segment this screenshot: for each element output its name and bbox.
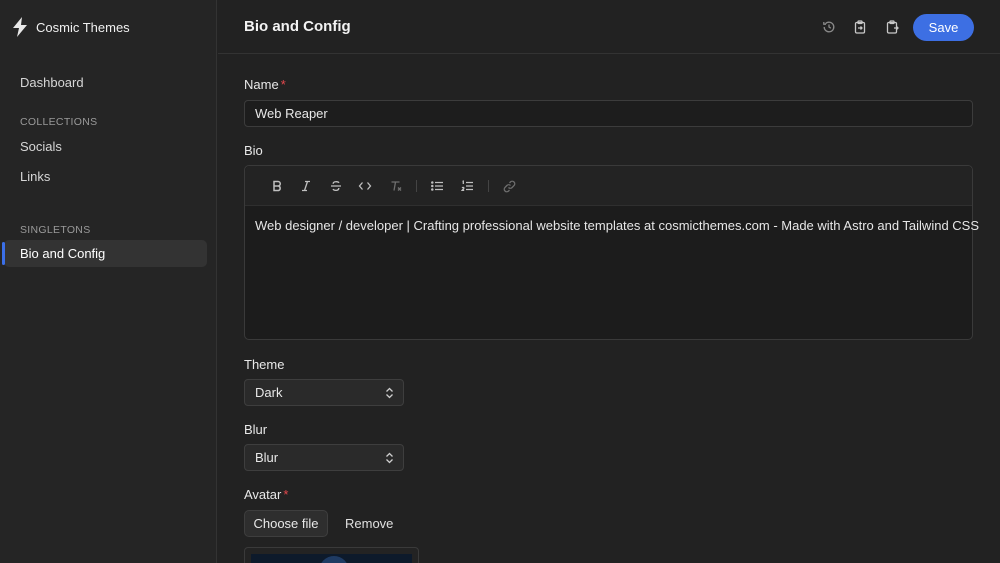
sidebar-item-label[interactable]: Bio and Config	[20, 246, 105, 261]
name-input[interactable]: Web Reaper	[244, 100, 973, 127]
sidebar-item-dashboard[interactable]: Dashboard	[20, 75, 84, 90]
strikethrough-icon[interactable]	[328, 178, 344, 194]
remove-button[interactable]: Remove	[345, 516, 393, 531]
avatar-label: Avatar *	[244, 487, 288, 502]
sidebar-item-socials[interactable]: Socials	[20, 139, 62, 154]
bio-content[interactable]: Web designer / developer | Crafting prof…	[255, 218, 979, 233]
theme-select-value: Dark	[255, 385, 283, 400]
choose-file-button[interactable]: Choose file	[244, 510, 328, 537]
bold-icon[interactable]	[269, 178, 285, 194]
avatar-image	[251, 554, 412, 563]
theme-label: Theme	[244, 357, 285, 372]
required-marker: *	[280, 77, 286, 92]
chevron-up-down-icon	[386, 387, 393, 399]
link-icon[interactable]	[501, 178, 517, 194]
paste-entry-icon[interactable]	[884, 19, 900, 35]
code-icon[interactable]	[357, 178, 373, 194]
avatar-label-text: Avatar	[244, 487, 282, 502]
brand[interactable]: Cosmic Themes	[11, 17, 130, 37]
toolbar-divider	[416, 180, 417, 192]
avatar-preview	[244, 547, 419, 563]
chevron-up-down-icon	[386, 452, 393, 464]
bio-editor[interactable]: Web designer / developer | Crafting prof…	[244, 165, 979, 340]
bullet-list-icon[interactable]	[429, 178, 445, 194]
save-button[interactable]: Save	[913, 14, 974, 41]
name-label-text: Name	[244, 77, 279, 92]
copy-entry-icon[interactable]	[852, 19, 868, 35]
singletons-heading: SINGLETONS	[20, 224, 91, 236]
editor-toolbar	[245, 166, 972, 206]
collections-heading: COLLECTIONS	[20, 116, 98, 128]
top-bar: Bio and Config Save	[218, 0, 1000, 54]
blur-select[interactable]: Blur	[244, 444, 404, 471]
blur-label: Blur	[244, 422, 268, 437]
clear-format-icon[interactable]	[388, 178, 404, 194]
theme-select[interactable]: Dark	[244, 379, 404, 406]
history-icon[interactable]	[821, 19, 837, 35]
numbered-list-icon[interactable]	[459, 178, 475, 194]
active-indicator	[2, 242, 5, 265]
brand-name: Cosmic Themes	[36, 19, 130, 35]
name-label: Name *	[244, 77, 286, 92]
sidebar-item-links[interactable]: Links	[20, 169, 50, 184]
lightning-logo-icon	[13, 17, 27, 37]
italic-icon[interactable]	[298, 178, 314, 194]
bio-label: Bio	[244, 143, 263, 158]
toolbar-divider	[488, 180, 489, 192]
required-marker: *	[283, 487, 289, 502]
blur-select-value: Blur	[255, 450, 279, 465]
sidebar: Cosmic Themes Dashboard COLLECTIONS Soci…	[0, 0, 217, 563]
page-title: Bio and Config	[244, 18, 351, 35]
